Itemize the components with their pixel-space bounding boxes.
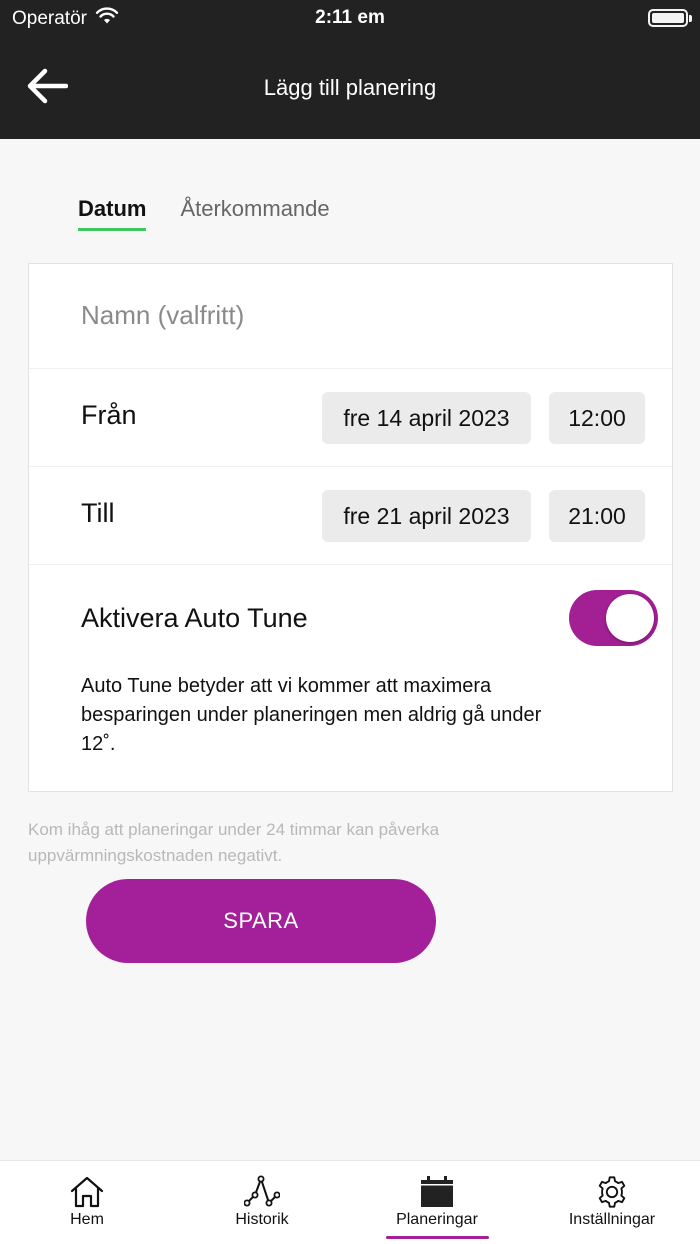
nav-item-planeringar[interactable]: Planeringar — [382, 1161, 492, 1244]
nav-item-hem[interactable]: Hem — [47, 1161, 127, 1244]
name-row — [29, 264, 672, 369]
nav-label-hem: Hem — [70, 1211, 104, 1228]
tab-aterkommande[interactable]: Återkommande — [180, 196, 329, 231]
gear-icon — [594, 1175, 630, 1209]
name-input[interactable] — [81, 300, 621, 331]
active-nav-indicator — [386, 1236, 489, 1239]
to-label: Till — [81, 498, 115, 528]
page-title: Lägg till planering — [263, 75, 437, 100]
from-date-picker[interactable]: fre 14 april 2023 — [322, 392, 531, 444]
tab-datum[interactable]: Datum — [78, 196, 147, 231]
schedule-note: Kom ihåg att planeringar under 24 timmar… — [28, 820, 440, 865]
save-button[interactable]: SPARA — [86, 879, 436, 963]
auto-tune-toggle[interactable] — [569, 590, 658, 646]
to-row: Till fre 21 april 2023 21:00 — [29, 467, 672, 565]
auto-tune-row: Aktivera Auto Tune Auto Tune betyder att… — [29, 565, 672, 793]
status-time: 2:11 em — [315, 7, 385, 28]
chart-line-icon — [244, 1175, 280, 1209]
from-label: Från — [81, 400, 137, 430]
nav-item-installningar[interactable]: Inställningar — [552, 1161, 672, 1244]
to-date-picker[interactable]: fre 21 april 2023 — [322, 490, 531, 542]
nav-item-historik[interactable]: Historik — [212, 1161, 312, 1244]
to-time-picker[interactable]: 21:00 — [549, 490, 645, 542]
from-row: Från fre 14 april 2023 12:00 — [29, 369, 672, 467]
bottom-nav: Hem Historik Planeringar Inställningar — [0, 1160, 700, 1244]
home-icon — [69, 1175, 105, 1209]
toggle-knob — [606, 594, 654, 642]
from-time-picker[interactable]: 12:00 — [549, 392, 645, 444]
nav-label-installningar: Inställningar — [568, 1211, 656, 1228]
calendar-icon — [419, 1175, 455, 1209]
battery-icon — [648, 9, 692, 27]
status-bar: Operatör 2:11 em — [0, 0, 700, 36]
schedule-form-card: Från fre 14 april 2023 12:00 Till fre 21… — [28, 263, 673, 792]
auto-tune-label: Aktivera Auto Tune — [81, 603, 308, 633]
nav-label-planeringar: Planeringar — [396, 1211, 478, 1228]
app-header: Operatör 2:11 em Lägg till planering — [0, 0, 700, 139]
auto-tune-description: Auto Tune betyder att vi kommer att maxi… — [81, 675, 542, 755]
nav-label-historik: Historik — [235, 1211, 289, 1228]
tab-bar: Datum Återkommande — [78, 196, 330, 231]
